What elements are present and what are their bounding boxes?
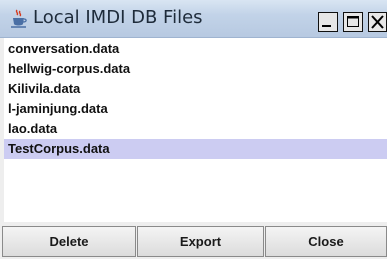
title-bar[interactable]: Local IMDI DB Files [0,0,387,38]
export-button[interactable]: Export [137,226,264,257]
delete-button[interactable]: Delete [2,226,136,257]
list-item[interactable]: hellwig-corpus.data [4,59,387,79]
maximize-button[interactable] [343,12,363,32]
list-item[interactable]: lao.data [4,119,387,139]
close-icon [371,15,384,29]
list-item[interactable]: TestCorpus.data [4,139,387,159]
button-bar: Delete Export Close [0,222,387,259]
file-list[interactable]: conversation.data hellwig-corpus.data Ki… [4,38,387,222]
list-item[interactable]: l-jaminjung.data [4,99,387,119]
window-title: Local IMDI DB Files [33,7,203,28]
close-window-button[interactable] [368,12,387,32]
minimize-icon [322,25,331,27]
list-item[interactable]: Kilivila.data [4,79,387,99]
java-cup-icon [10,9,28,29]
maximize-icon [347,16,359,27]
list-item[interactable]: conversation.data [4,39,387,59]
local-imdi-db-files-window: Local IMDI DB Files conversation.data he… [0,0,387,259]
minimize-button[interactable] [318,12,338,32]
close-button[interactable]: Close [265,226,387,257]
